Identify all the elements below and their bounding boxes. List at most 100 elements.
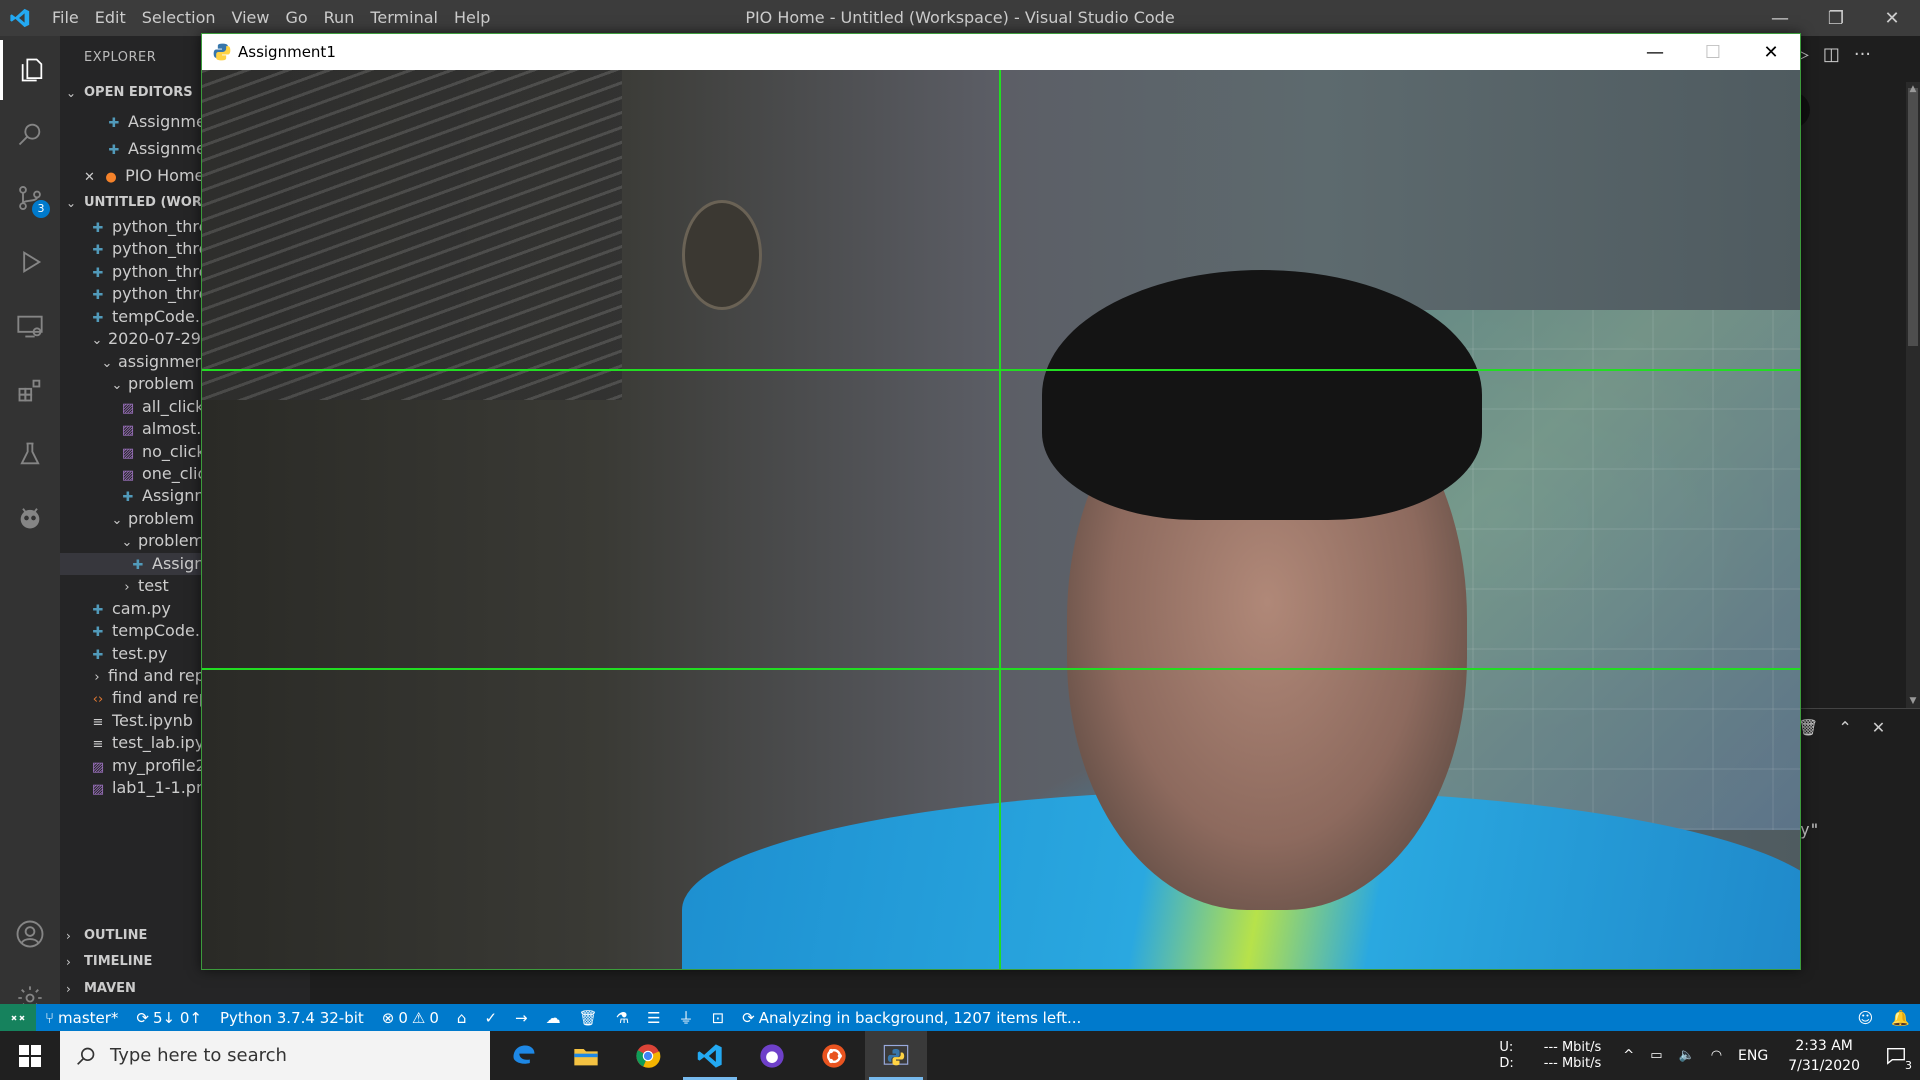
volume-icon[interactable]: 🔈 (1679, 1048, 1695, 1063)
python-file-icon: ✚ (122, 490, 134, 506)
trash-icon[interactable]: 🗑 (1798, 718, 1818, 737)
menu-edit[interactable]: Edit (87, 0, 134, 36)
sync-icon: ⟳ (136, 1008, 149, 1027)
close-button[interactable]: ✕ (1864, 0, 1920, 36)
testing-icon[interactable] (0, 424, 60, 484)
extensions-icon[interactable] (0, 360, 60, 420)
pio-build-icon[interactable]: ✓ (475, 1009, 506, 1027)
pio-tasks-icon[interactable]: ☰ (638, 1009, 669, 1027)
search-icon[interactable] (0, 104, 60, 164)
menu-run[interactable]: Run (316, 0, 363, 36)
tree-item-label: test (138, 576, 169, 596)
menu-go[interactable]: Go (277, 0, 315, 36)
tree-item-label: problem (128, 508, 195, 528)
status-bar-right: ☺ 🔔 (1858, 1004, 1910, 1031)
tree-item-label: assignment (118, 351, 212, 371)
pio-remote-icon[interactable]: ☁ (537, 1009, 570, 1027)
problems-status[interactable]: ⊗ 0 ⚠ 0 (373, 1009, 448, 1027)
branch-status[interactable]: ⑂ master* (36, 1009, 127, 1027)
scm-badge: 3 (32, 200, 50, 218)
accounts-icon[interactable] (0, 904, 60, 964)
minimize-button[interactable]: — (1752, 0, 1808, 36)
section-label: OUTLINE (84, 928, 148, 943)
remote-indicator-icon[interactable] (0, 1004, 36, 1031)
analysis-status[interactable]: ⟳ Analyzing in background, 1207 items lef… (733, 1009, 1090, 1027)
titlebar: File Edit Selection View Go Run Terminal… (0, 0, 1920, 36)
maven-section[interactable]: › MAVEN (60, 976, 310, 1002)
scroll-up-icon[interactable]: ▲ (1906, 82, 1920, 96)
more-actions-icon[interactable]: ··· (1854, 44, 1871, 65)
opencv-window-controls: — ☐ ✕ (1626, 34, 1800, 70)
opencv-maximize-button[interactable]: ☐ (1684, 34, 1742, 70)
section-label: OPEN EDITORS (84, 85, 193, 100)
pio-upload-icon[interactable]: → (506, 1009, 537, 1027)
battery-icon[interactable]: ▭ (1650, 1048, 1662, 1063)
pio-clean-icon[interactable]: 🗑 (570, 1009, 607, 1027)
language-indicator[interactable]: ENG (1738, 1048, 1768, 1064)
taskbar-clock[interactable]: 2:33 AM 7/31/2020 (1788, 1036, 1860, 1076)
sync-status[interactable]: ⟳ 5↓ 0↑ (127, 1009, 211, 1027)
chrome-icon[interactable] (617, 1031, 679, 1080)
python-file-icon: ✚ (108, 116, 120, 131)
menu-help[interactable]: Help (446, 0, 498, 36)
pio-test-icon[interactable]: ⚗ (607, 1009, 638, 1027)
opencv-minimize-button[interactable]: — (1626, 34, 1684, 70)
branch-label: master* (58, 1008, 119, 1027)
pio-terminal-icon[interactable]: ⊡ (703, 1009, 734, 1027)
net-up-value: --- Mbit/s (1543, 1039, 1602, 1055)
python-taskbar-icon[interactable] (865, 1031, 927, 1080)
split-editor-icon[interactable]: ◫ (1823, 44, 1840, 65)
net-down-value: --- Mbit/s (1543, 1055, 1602, 1071)
notifications-bell-icon[interactable]: 🔔 (1891, 1009, 1910, 1027)
vscode-taskbar-icon[interactable] (679, 1031, 741, 1080)
git-branch-icon: ⑂ (45, 1008, 55, 1027)
python-logo-icon (213, 43, 231, 61)
run-debug-icon[interactable] (0, 232, 60, 292)
webcam-frame[interactable] (202, 70, 1800, 969)
file-explorer-icon[interactable] (555, 1031, 617, 1080)
opencv-titlebar[interactable]: Assignment1 — ☐ ✕ (202, 34, 1800, 70)
pio-home-icon[interactable]: ⌂ (448, 1009, 476, 1027)
close-panel-icon[interactable]: ✕ (1872, 718, 1885, 737)
python-file-icon: ✚ (92, 288, 104, 304)
pio-serial-monitor-icon[interactable]: ⏚ (670, 1007, 703, 1028)
hair (1042, 270, 1482, 520)
menu-view[interactable]: View (224, 0, 278, 36)
close-editor-icon[interactable]: ✕ (84, 164, 98, 191)
python-interpreter[interactable]: Python 3.7.4 32-bit (211, 1009, 373, 1027)
python-file-icon: ✚ (108, 143, 120, 158)
ubuntu-icon[interactable] (803, 1031, 865, 1080)
notebook-file-icon: ≡ (92, 737, 104, 753)
image-file-icon: ▨ (121, 400, 135, 416)
explorer-icon[interactable] (0, 40, 60, 100)
platformio-icon[interactable] (0, 488, 60, 548)
feedback-icon[interactable]: ☺ (1858, 1009, 1874, 1027)
net-up-label: U: (1499, 1039, 1514, 1055)
menu-selection[interactable]: Selection (134, 0, 224, 36)
chevron-up-icon[interactable]: ^ (1623, 1048, 1634, 1063)
restore-button[interactable]: ❐ (1808, 0, 1864, 36)
menu-terminal[interactable]: Terminal (362, 0, 446, 36)
github-desktop-icon[interactable] (741, 1031, 803, 1080)
warning-icon: ⚠ (411, 1008, 426, 1027)
scrollbar-thumb[interactable] (1908, 88, 1918, 346)
terminal-text: y" (1800, 820, 1820, 839)
opencv-window: Assignment1 — ☐ ✕ (201, 33, 1801, 970)
chevron-down-icon: ⌄ (66, 196, 77, 210)
source-control-icon[interactable]: 3 (0, 168, 60, 228)
remote-explorer-icon[interactable] (0, 296, 60, 356)
start-button[interactable] (0, 1031, 60, 1080)
chevron-down-icon: ⌄ (91, 333, 103, 349)
search-placeholder: Type here to search (110, 1045, 287, 1066)
wifi-icon[interactable]: ◠ (1711, 1048, 1722, 1063)
platformio-file-icon: ● (105, 170, 117, 185)
taskbar-search-box[interactable]: Type here to search (60, 1031, 490, 1080)
menu-file[interactable]: File (44, 0, 87, 36)
panel-divider (1800, 708, 1920, 709)
action-center-icon[interactable]: 3 (1872, 1031, 1920, 1080)
edge-icon[interactable] (493, 1031, 555, 1080)
opencv-close-button[interactable]: ✕ (1742, 34, 1800, 70)
editor-actions: ▷ ◫ ··· (1795, 44, 1871, 65)
maximize-panel-icon[interactable]: ⌃ (1838, 718, 1851, 737)
scroll-down-icon[interactable]: ▼ (1906, 694, 1920, 708)
